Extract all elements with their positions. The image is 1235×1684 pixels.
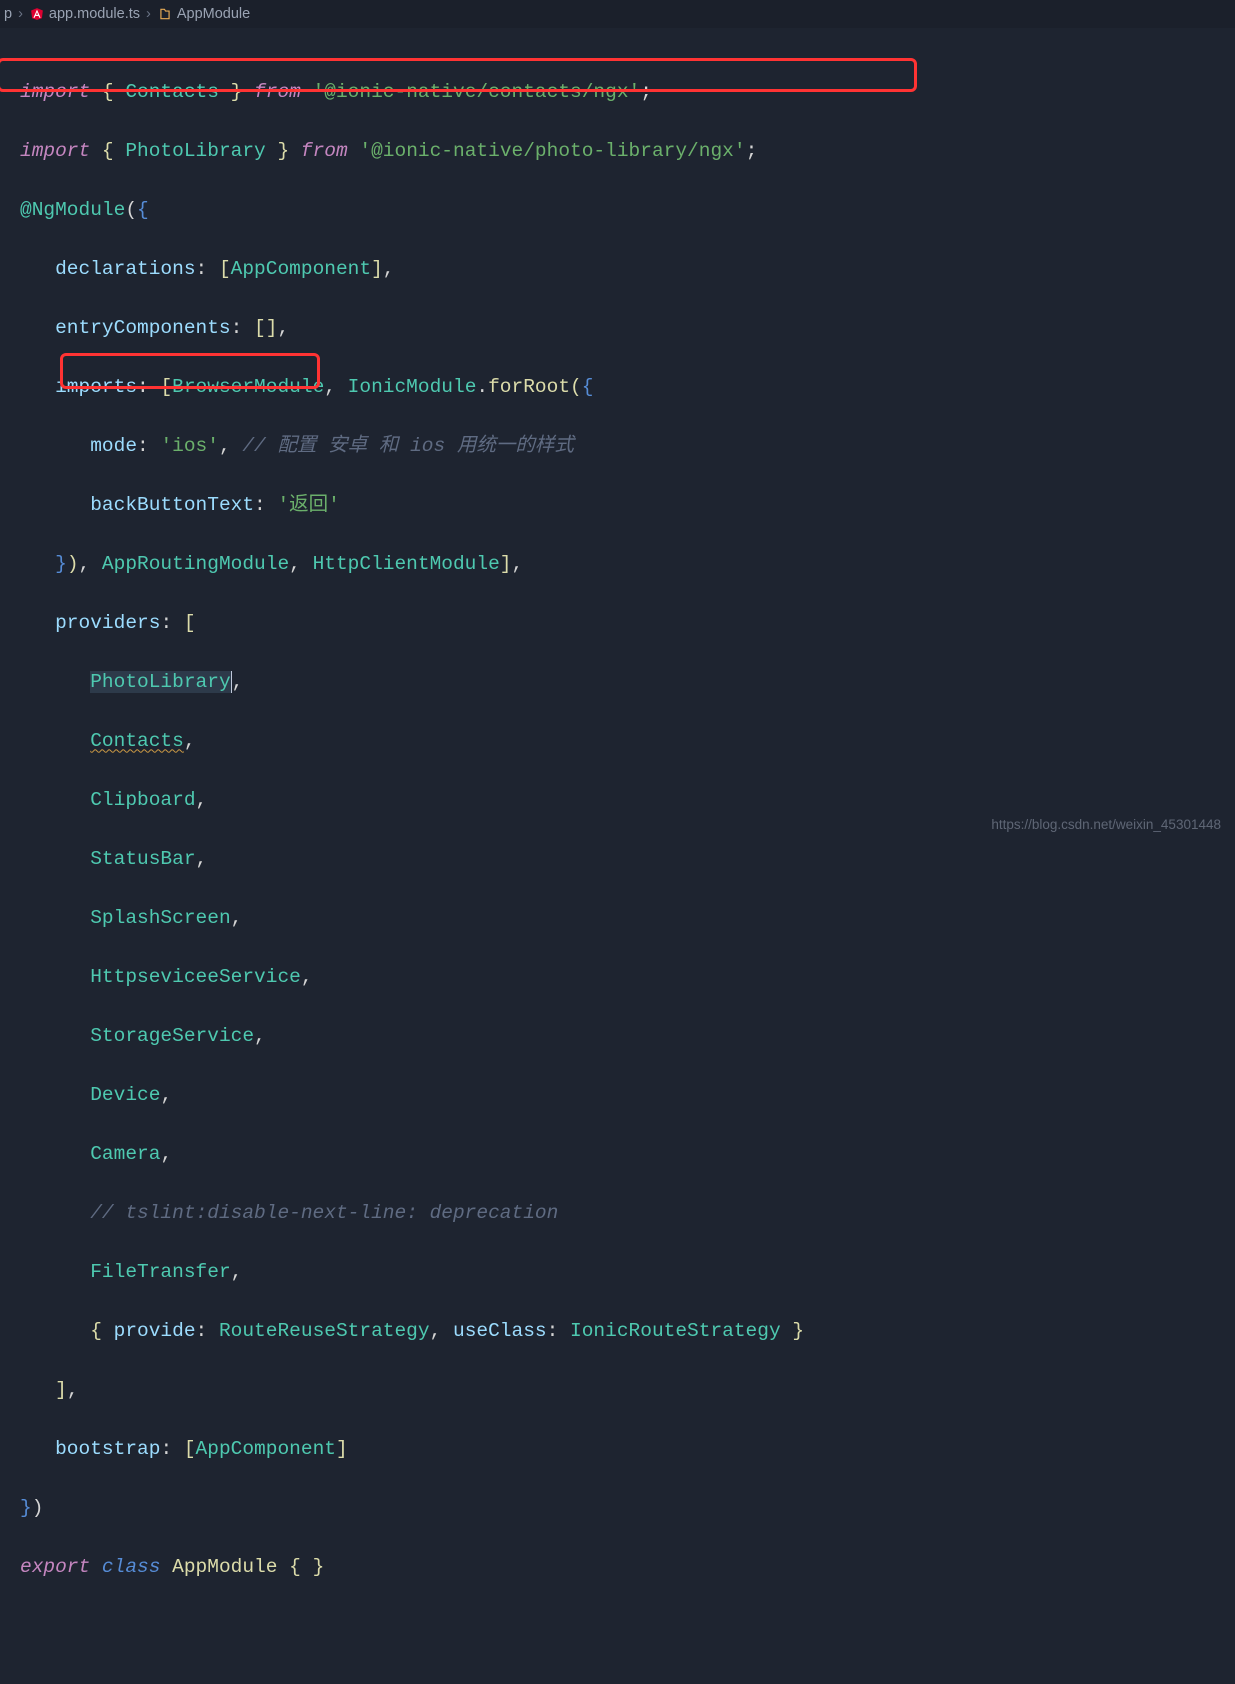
code-line: import { PhotoLibrary } from '@ionic-nat… — [20, 137, 1225, 167]
code-line: backButtonText: '返回' — [20, 491, 1225, 521]
code-line: }) — [20, 1494, 1225, 1524]
code-line: export class AppModule { } — [20, 1553, 1225, 1583]
keyword: import — [20, 81, 90, 103]
code-line: Device, — [20, 1081, 1225, 1111]
breadcrumb-item-symbol[interactable]: AppModule — [157, 6, 250, 22]
code-line: @NgModule({ — [20, 196, 1225, 226]
code-line: Camera, — [20, 1140, 1225, 1170]
code-line: ], — [20, 1376, 1225, 1406]
code-line: SplashScreen, — [20, 904, 1225, 934]
code-line: mode: 'ios', // 配置 安卓 和 ios 用统一的样式 — [20, 432, 1225, 462]
code-line: HttpseviceeService, — [20, 963, 1225, 993]
breadcrumb-label: app.module.ts — [49, 6, 140, 22]
code-line: providers: [ — [20, 609, 1225, 639]
code-line: import { Contacts } from '@ionic-native/… — [20, 78, 1225, 108]
chevron-right-icon: › — [146, 6, 151, 22]
watermark-text: https://blog.csdn.net/weixin_45301448 — [991, 817, 1221, 832]
code-line: StorageService, — [20, 1022, 1225, 1052]
code-line: }), AppRoutingModule, HttpClientModule], — [20, 550, 1225, 580]
breadcrumb-item-file[interactable]: app.module.ts — [29, 6, 140, 22]
code-line: { provide: RouteReuseStrategy, useClass:… — [20, 1317, 1225, 1347]
code-line: StatusBar, — [20, 845, 1225, 875]
breadcrumb-item-root[interactable]: p — [4, 6, 12, 22]
code-editor[interactable]: import { Contacts } from '@ionic-native/… — [0, 28, 1235, 1684]
code-line: Clipboard, — [20, 786, 1225, 816]
angular-file-icon — [29, 6, 45, 22]
chevron-right-icon: › — [18, 6, 23, 22]
code-line: imports: [BrowserModule, IonicModule.for… — [20, 373, 1225, 403]
code-line: bootstrap: [AppComponent] — [20, 1435, 1225, 1465]
breadcrumb-bar: p › app.module.ts › AppModule — [0, 0, 1235, 28]
breadcrumb-label: p — [4, 6, 12, 22]
code-line: declarations: [AppComponent], — [20, 255, 1225, 285]
code-line: // tslint:disable-next-line: deprecation — [20, 1199, 1225, 1229]
module-symbol-icon — [157, 6, 173, 22]
code-line: Contacts, — [20, 727, 1225, 757]
breadcrumb-label: AppModule — [177, 6, 250, 22]
code-line: entryComponents: [], — [20, 314, 1225, 344]
code-line: PhotoLibrary, — [20, 668, 1225, 698]
code-line: FileTransfer, — [20, 1258, 1225, 1288]
